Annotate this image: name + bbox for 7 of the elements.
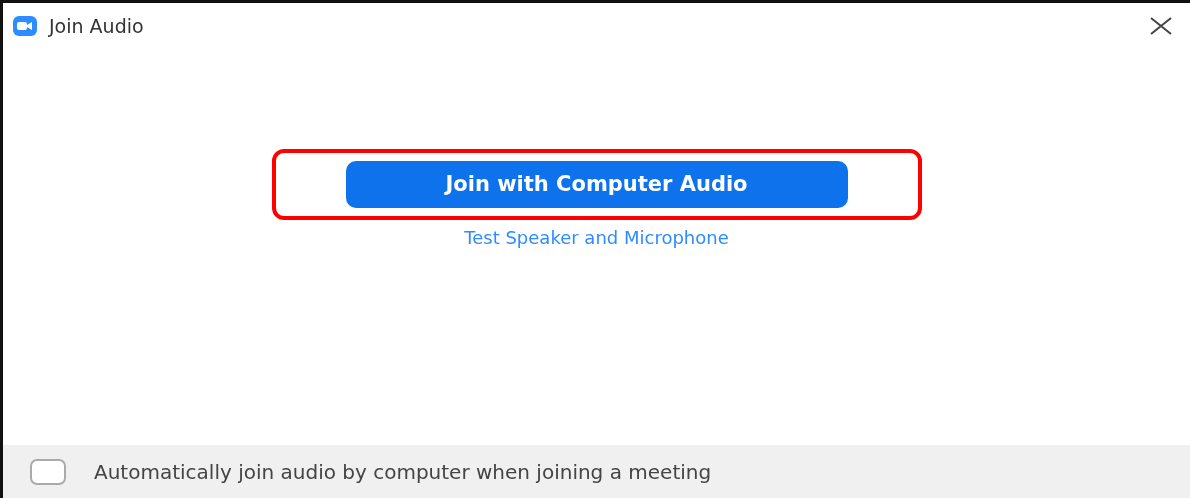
close-icon[interactable] [1150, 17, 1172, 35]
window-title: Join Audio [49, 13, 144, 39]
join-audio-button[interactable]: Join with Computer Audio [345, 161, 848, 208]
checkbox-label: Automatically join audio by computer when joining a meeting [94, 458, 712, 486]
checkbox[interactable] [30, 458, 66, 485]
test-audio-link[interactable]: Test Speaker and Microphone [464, 224, 729, 251]
video-camera-icon [13, 16, 37, 36]
